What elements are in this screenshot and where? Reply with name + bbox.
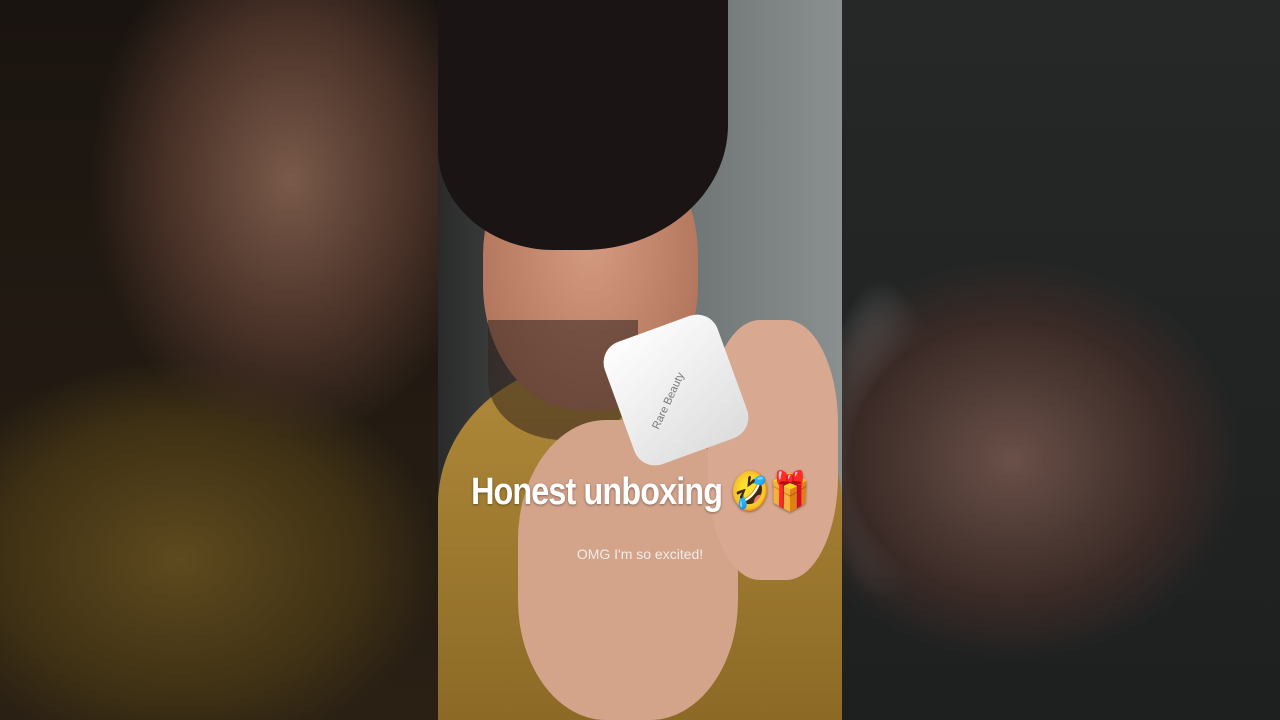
video-frame[interactable]: Rare Beauty Honest unboxing 🤣🎁 OMG I'm s… (0, 0, 1280, 720)
blurred-background-right (842, 0, 1280, 720)
hand-left (518, 420, 738, 720)
blurred-background-left (0, 0, 438, 720)
hair (438, 0, 728, 250)
caption-title: Honest unboxing 🤣🎁 (471, 471, 810, 513)
video-content: Rare Beauty (438, 0, 842, 720)
caption-subtitle: OMG I'm so excited! (576, 546, 704, 562)
